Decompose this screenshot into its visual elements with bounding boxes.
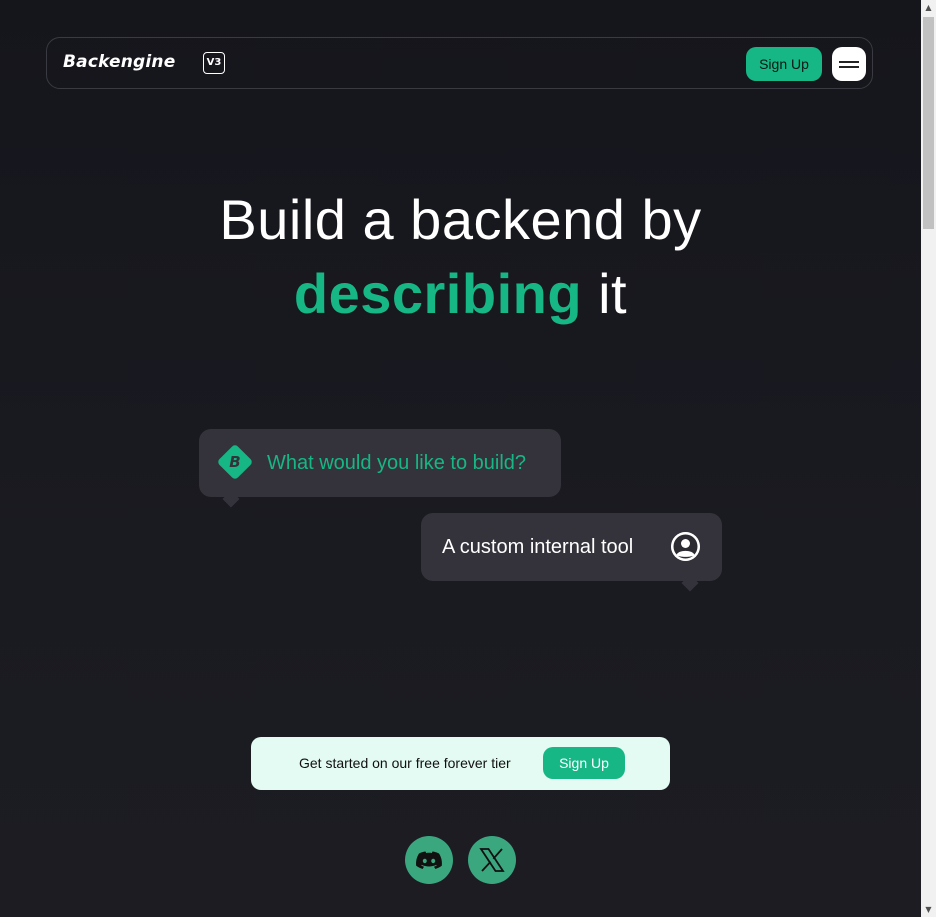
landing-page: Backengine V3 Sign Up Build a backend by… bbox=[0, 0, 921, 917]
scroll-up-arrow[interactable]: ▲ bbox=[921, 0, 936, 15]
hero-heading-line1: Build a backend by bbox=[219, 188, 702, 251]
hero-heading-line2: describing it bbox=[0, 262, 921, 326]
cta-signup-button[interactable]: Sign Up bbox=[543, 747, 625, 779]
user-message: A custom internal tool bbox=[442, 536, 634, 558]
backengine-logo-icon: B bbox=[216, 443, 254, 481]
x-link[interactable] bbox=[468, 836, 516, 884]
scroll-down-arrow[interactable]: ▼ bbox=[921, 902, 936, 917]
user-avatar-icon bbox=[671, 532, 700, 561]
x-icon bbox=[479, 848, 505, 872]
hamburger-icon bbox=[839, 61, 859, 63]
discord-icon bbox=[416, 851, 442, 869]
cta-banner: Get started on our free forever tier Sig… bbox=[251, 737, 670, 790]
hamburger-icon-line bbox=[839, 66, 859, 68]
hero-heading-rest: it bbox=[582, 262, 628, 325]
logo[interactable]: Backengine bbox=[63, 52, 175, 72]
version-badge: V3 bbox=[203, 52, 225, 74]
hero-accent-word: describing bbox=[293, 262, 583, 325]
menu-button[interactable] bbox=[832, 47, 866, 81]
page-scrollbar[interactable]: ▲ ▼ bbox=[921, 0, 936, 917]
assistant-message: What would you like to build? bbox=[267, 452, 527, 474]
scroll-thumb[interactable] bbox=[923, 17, 934, 229]
assistant-chat-bubble: B What would you like to build? bbox=[199, 429, 561, 508]
cta-text: Get started on our free forever tier bbox=[299, 755, 511, 771]
discord-link[interactable] bbox=[405, 836, 453, 884]
navbar: Backengine V3 Sign Up bbox=[46, 37, 873, 89]
user-chat-bubble: A custom internal tool bbox=[421, 513, 722, 592]
nav-signup-button[interactable]: Sign Up bbox=[746, 47, 822, 81]
